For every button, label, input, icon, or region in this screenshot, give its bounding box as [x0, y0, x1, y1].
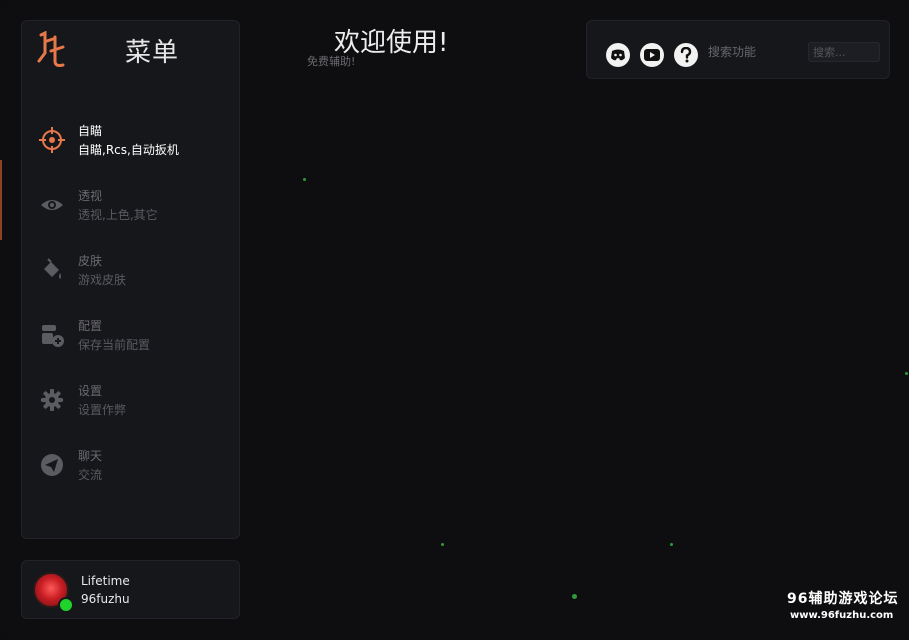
config-add-icon	[42, 325, 64, 347]
discord-icon	[611, 49, 625, 61]
sidebar: 菜单 自瞄 自瞄,Rcs,自动扳机 透视 透视,上色,其它 皮肤 游戏皮肤 配置…	[21, 20, 240, 539]
sidebar-item-skins[interactable]: 皮肤 游戏皮肤	[22, 241, 241, 306]
welcome-tagline: 免费辅助!	[307, 55, 356, 68]
online-status-icon	[58, 597, 74, 613]
user-plan: Lifetime	[81, 574, 130, 588]
help-button[interactable]	[674, 43, 698, 67]
user-card[interactable]: Lifetime 96fuzhu	[21, 560, 240, 619]
user-name: 96fuzhu	[81, 592, 130, 606]
eye-icon	[41, 200, 63, 210]
watermark-title: 96辅助游戏论坛	[787, 591, 899, 607]
sidebar-item-aimbot[interactable]: 自瞄 自瞄,Rcs,自动扳机	[22, 111, 241, 176]
sidebar-item-title: 配置	[78, 319, 103, 333]
app-window: 菜单 自瞄 自瞄,Rcs,自动扳机 透视 透视,上色,其它 皮肤 游戏皮肤 配置…	[0, 0, 909, 640]
sidebar-item-subtitle: 保存当前配置	[78, 338, 151, 352]
topbar: 搜索功能	[586, 20, 890, 79]
sidebar-item-subtitle: 设置作弊	[78, 403, 127, 417]
particle	[670, 543, 673, 546]
crosshair-icon	[39, 127, 65, 153]
youtube-icon	[644, 49, 660, 61]
sidebar-item-title: 透视	[78, 189, 103, 203]
window-edge-accent	[0, 160, 2, 240]
sidebar-item-subtitle: 透视,上色,其它	[78, 208, 158, 222]
search-input[interactable]	[808, 42, 880, 62]
sidebar-item-title: 聊天	[78, 449, 103, 463]
sidebar-item-settings[interactable]: 设置 设置作弊	[22, 371, 241, 436]
particle	[441, 543, 444, 546]
sidebar-item-subtitle: 交流	[78, 468, 103, 482]
sidebar-item-config[interactable]: 配置 保存当前配置	[22, 306, 241, 371]
watermark-url: www.96fuzhu.com	[790, 610, 894, 621]
search-label: 搜索功能	[708, 45, 757, 59]
youtube-button[interactable]	[640, 43, 664, 67]
sidebar-item-title: 皮肤	[78, 254, 103, 268]
sidebar-nav: 自瞄 自瞄,Rcs,自动扳机 透视 透视,上色,其它 皮肤 游戏皮肤 配置 保存…	[22, 111, 241, 501]
paper-plane-icon	[41, 454, 63, 476]
menu-title: 菜单	[125, 38, 180, 68]
sidebar-item-subtitle: 自瞄,Rcs,自动扳机	[78, 143, 179, 157]
sidebar-item-title: 自瞄	[78, 124, 103, 138]
sidebar-item-esp[interactable]: 透视 透视,上色,其它	[22, 176, 241, 241]
particle	[905, 372, 908, 375]
paint-bucket-icon	[44, 258, 61, 279]
particle	[572, 594, 577, 599]
particle	[303, 178, 306, 181]
brand-logo-icon	[37, 31, 65, 67]
sidebar-item-subtitle: 游戏皮肤	[78, 273, 127, 287]
sidebar-item-chat[interactable]: 聊天 交流	[22, 436, 241, 501]
discord-button[interactable]	[606, 43, 630, 67]
question-icon	[680, 47, 692, 63]
gear-icon	[41, 389, 63, 411]
sidebar-item-title: 设置	[78, 384, 103, 398]
